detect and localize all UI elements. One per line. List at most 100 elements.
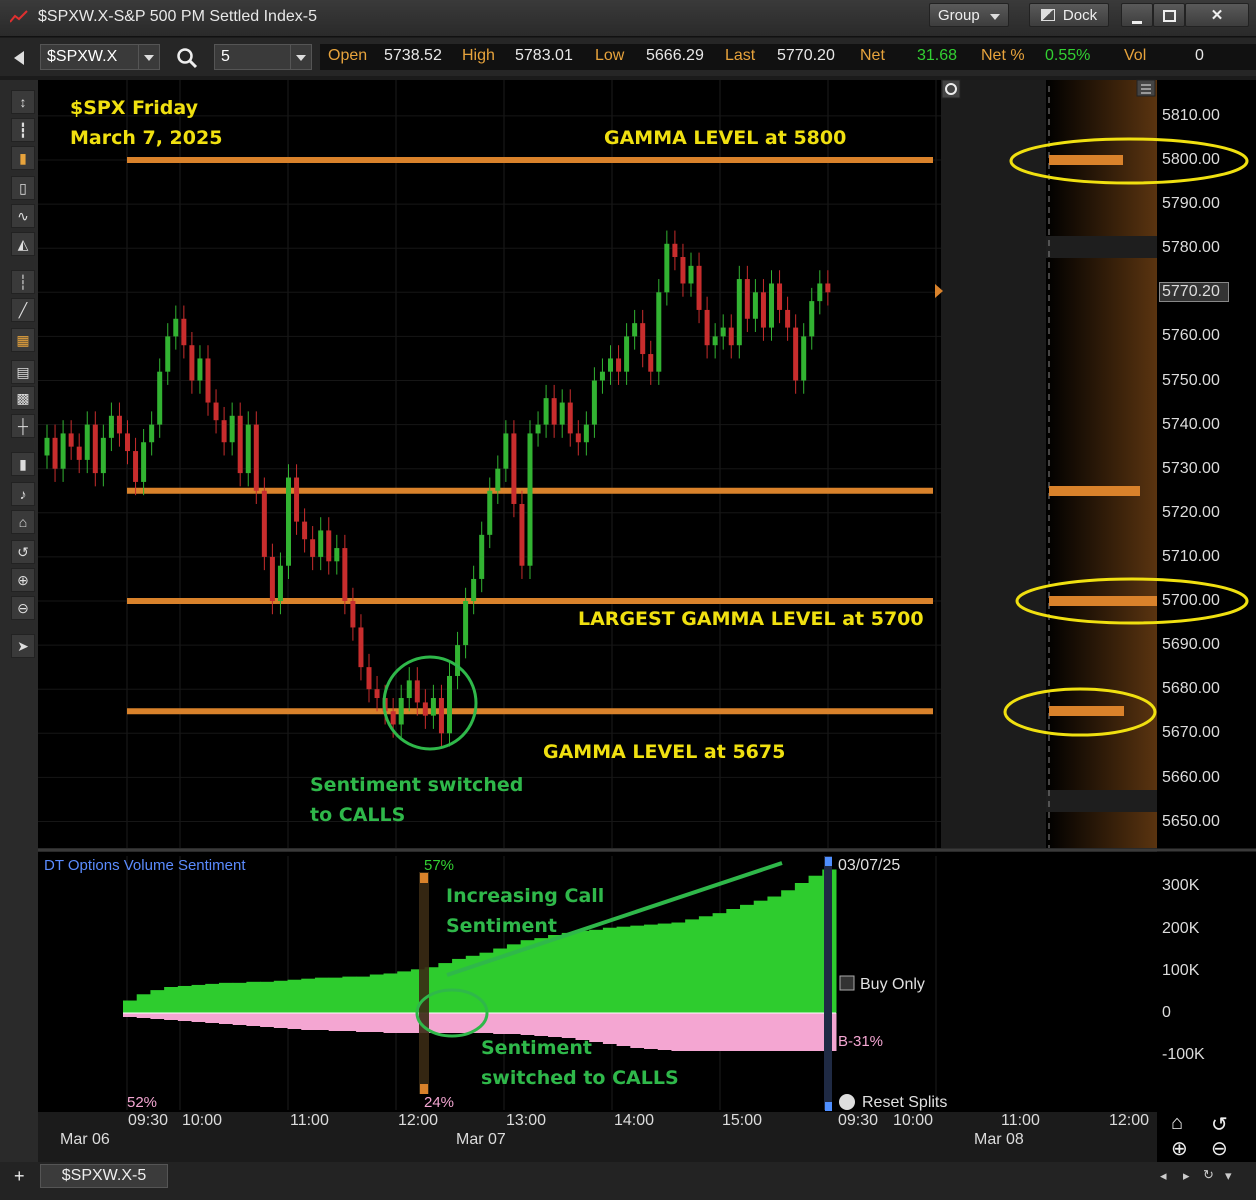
sentiment-bar-positive (301, 978, 316, 1013)
sentiment-bar-negative (506, 1013, 522, 1034)
sentiment-bar-positive (232, 982, 247, 1013)
sentiment-bar-positive (561, 932, 576, 1013)
sentiment-bar-positive (356, 976, 371, 1013)
sentiment-bar-negative (383, 1013, 398, 1033)
scroll-left-icon[interactable]: ◂ (1160, 1168, 1167, 1184)
candle-body (286, 477, 291, 566)
candle-body (777, 283, 783, 310)
chevron-down-icon[interactable]: ▾ (1225, 1168, 1232, 1184)
candle-body (141, 442, 147, 482)
sentiment-bar-positive (753, 900, 768, 1013)
candle-body (334, 548, 340, 562)
gamma-level-line (127, 157, 933, 163)
right-split-bar[interactable] (824, 856, 832, 1110)
candle-body (503, 433, 509, 469)
sentiment-bar-negative (177, 1013, 193, 1021)
zoom-out-icon[interactable]: ⊖ (1211, 1136, 1228, 1161)
sentiment-bar-positive (246, 981, 261, 1013)
sentiment-bar-negative (356, 1013, 371, 1032)
zoom-in-icon[interactable]: ⊕ (1171, 1136, 1188, 1161)
candle-body (149, 424, 155, 443)
split-marker-top-handle[interactable] (420, 873, 428, 883)
candle-body (720, 327, 726, 337)
indicator-tick: 0 (1162, 1004, 1171, 1021)
candle-body (640, 323, 646, 355)
sentiment-bar-negative (342, 1013, 357, 1031)
price-tick: 5750.00 (1162, 372, 1220, 389)
home-icon[interactable]: ⌂ (1171, 1112, 1183, 1135)
chart-title-line2: March 7, 2025 (70, 127, 223, 149)
sentiment-bar-negative (685, 1013, 700, 1051)
undo-icon[interactable]: ↺ (1211, 1112, 1228, 1137)
sentiment-bar-negative (205, 1013, 220, 1023)
tab-spxw[interactable]: $SPXW.X-5 (40, 1164, 168, 1188)
buy-only-checkbox-icon[interactable] (839, 975, 855, 991)
candle-body (672, 243, 678, 258)
gear-icon[interactable] (941, 79, 961, 99)
reset-splits-icon[interactable] (839, 1094, 855, 1110)
candle-body (157, 371, 163, 425)
candle-body (52, 437, 58, 469)
candle-body (809, 301, 815, 337)
main-chart-svg[interactable] (0, 0, 1256, 1200)
buy-only-label[interactable]: Buy Only (860, 976, 925, 994)
sentiment-note: Sentiment switched to CALLS (310, 770, 523, 830)
sentiment-bar-negative (493, 1013, 508, 1034)
gamma-5700-label: LARGEST GAMMA LEVEL at 5700 (578, 608, 924, 630)
split-marker-bar[interactable] (419, 872, 429, 1094)
sentiment-bar-positive (452, 958, 467, 1013)
right-split-top-handle[interactable] (825, 857, 832, 866)
candle-body (616, 358, 622, 372)
indicator-title: DT Options Volume Sentiment (44, 857, 246, 874)
price-tick: 5710.00 (1162, 548, 1220, 565)
right-split-bottom-handle[interactable] (825, 1102, 832, 1111)
candle-body (125, 433, 130, 452)
candle-body (92, 424, 98, 474)
candle-body (495, 468, 501, 491)
sentiment-bar-positive (767, 896, 782, 1013)
sentiment-bar-positive (123, 1000, 138, 1013)
candle-body (245, 424, 251, 474)
price-tick: 5670.00 (1162, 724, 1220, 741)
candle-body (463, 601, 469, 646)
indicator-pct-top: 57% (424, 857, 455, 874)
candle-body (664, 243, 670, 293)
price-tick: 5800.00 (1162, 151, 1220, 168)
time-tick: 11:00 (1001, 1112, 1040, 1129)
sentiment-bar-positive (589, 929, 604, 1013)
sentiment-bar-negative (314, 1013, 330, 1030)
tab-label: $SPXW.X-5 (61, 1167, 147, 1184)
sentiment-bar-positive (726, 909, 741, 1013)
sentiment-bar-positive (342, 976, 357, 1013)
profile-bar-5675 (1049, 706, 1124, 716)
candle-body (583, 424, 589, 443)
reset-splits-label[interactable]: Reset Splits (862, 1094, 947, 1112)
price-tick: 5810.00 (1162, 107, 1220, 124)
scroll-right-icon[interactable]: ▸ (1183, 1168, 1190, 1184)
add-tab-icon[interactable]: + (14, 1166, 25, 1187)
candle-body (406, 680, 412, 699)
sentiment-bar-negative (246, 1013, 261, 1026)
date-tick: Mar 07 (456, 1131, 506, 1148)
candle-body (543, 398, 549, 425)
sentiment-bar-negative (328, 1013, 343, 1031)
split-marker-bottom-handle[interactable] (420, 1084, 428, 1094)
sentiment-bar-positive (575, 930, 590, 1013)
sentiment-bar-negative (452, 1013, 467, 1033)
candle-body (511, 433, 517, 504)
candle-body (294, 477, 300, 522)
sentiment-bar-positive (136, 994, 151, 1013)
refresh-icon[interactable]: ↻ (1203, 1167, 1214, 1183)
candle-body (398, 698, 404, 725)
sentiment-bar-negative (301, 1013, 316, 1030)
sentiment-bar-negative (260, 1013, 275, 1027)
menu-icon[interactable] (1136, 79, 1156, 97)
sentiment-bar-negative (698, 1013, 714, 1051)
candle-body (648, 354, 654, 372)
indicator-tick: -100K (1162, 1046, 1205, 1063)
gamma-5675-label: GAMMA LEVEL at 5675 (543, 741, 786, 763)
candle-body (624, 336, 630, 372)
candle-body (366, 667, 372, 690)
price-tick: 5730.00 (1162, 460, 1220, 477)
time-tick: 15:00 (722, 1112, 763, 1129)
